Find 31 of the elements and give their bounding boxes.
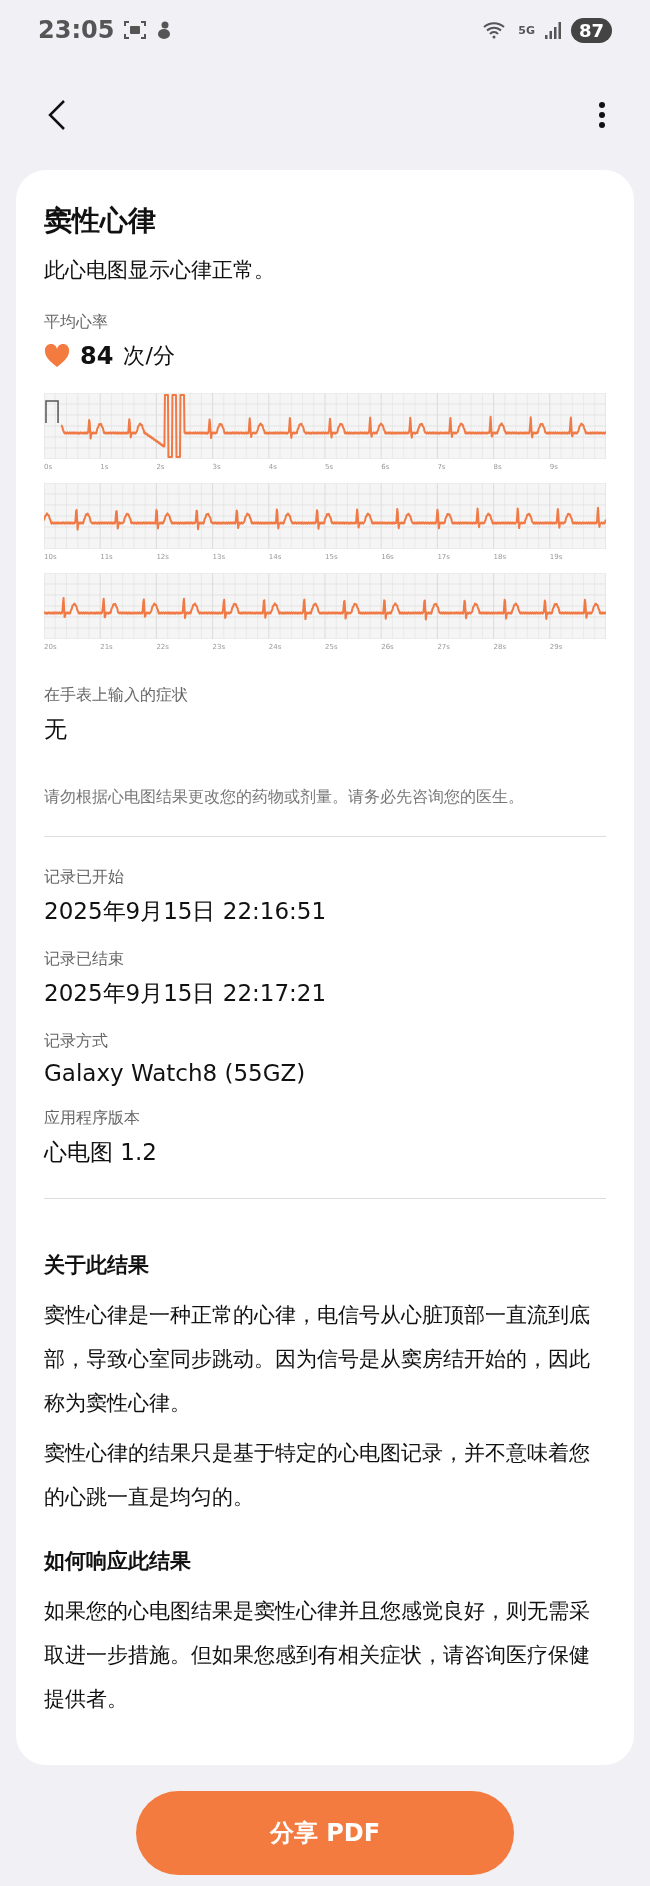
symptoms-value: 无 (44, 715, 68, 744)
section-heading: 关于此结果 (44, 1252, 150, 1279)
network-label: 5G (518, 23, 535, 37)
record-value: Galaxy Watch8 (55GZ) (44, 1060, 307, 1086)
heart-icon (44, 344, 70, 368)
battery-level: 87 (570, 17, 612, 43)
record-label: 记录已结束 (44, 949, 125, 970)
status-time: 23:05 (38, 16, 115, 44)
result-title: 窦性心律 (44, 203, 157, 239)
back-icon (48, 99, 66, 131)
result-summary: 此心电图显示心律正常。 (44, 257, 276, 284)
share-pdf-button[interactable]: 分享 PDF (136, 1791, 514, 1875)
more-icon (598, 101, 606, 129)
figure-icon (156, 20, 173, 40)
section-paragraph: 如果您的心电图结果是窦性心律并且您感觉良好，则无需采取进一步措施。但如果您感到有相关症状，请咨询医疗保健提供者。 (44, 1598, 591, 1713)
heart-rate-value: 84 (80, 342, 114, 370)
record-value: 2025年9月15日 22:16:51 (44, 897, 328, 926)
symptoms-label: 在手表上输入的症状 (44, 685, 189, 706)
screenshot-icon (124, 20, 147, 40)
signal-icon (544, 21, 561, 39)
record-value: 心电图 1.2 (44, 1138, 158, 1167)
heart-rate-label: 平均心率 (44, 312, 109, 333)
heart-rate-unit: 次/分 (123, 342, 175, 370)
record-label: 记录方式 (44, 1031, 109, 1052)
section-heading: 如何响应此结果 (44, 1548, 192, 1575)
record-label: 应用程序版本 (44, 1108, 141, 1129)
disclaimer-text: 请勿根据心电图结果更改您的药物或剂量。请务必先咨询您的医生。 (44, 787, 525, 808)
record-label: 记录已开始 (44, 867, 125, 888)
section-paragraph: 窦性心律的结果只是基于特定的心电图记录，并不意味着您的心跳一直是均匀的。 (44, 1440, 591, 1511)
section-paragraph: 窦性心律是一种正常的心律，电信号从心脏顶部一直流到底部，导致心室同步跳动。因为信号是从窦房结开始的，因此称为窦性心律。 (44, 1302, 591, 1417)
record-value: 2025年9月15日 22:17:21 (44, 979, 328, 1008)
